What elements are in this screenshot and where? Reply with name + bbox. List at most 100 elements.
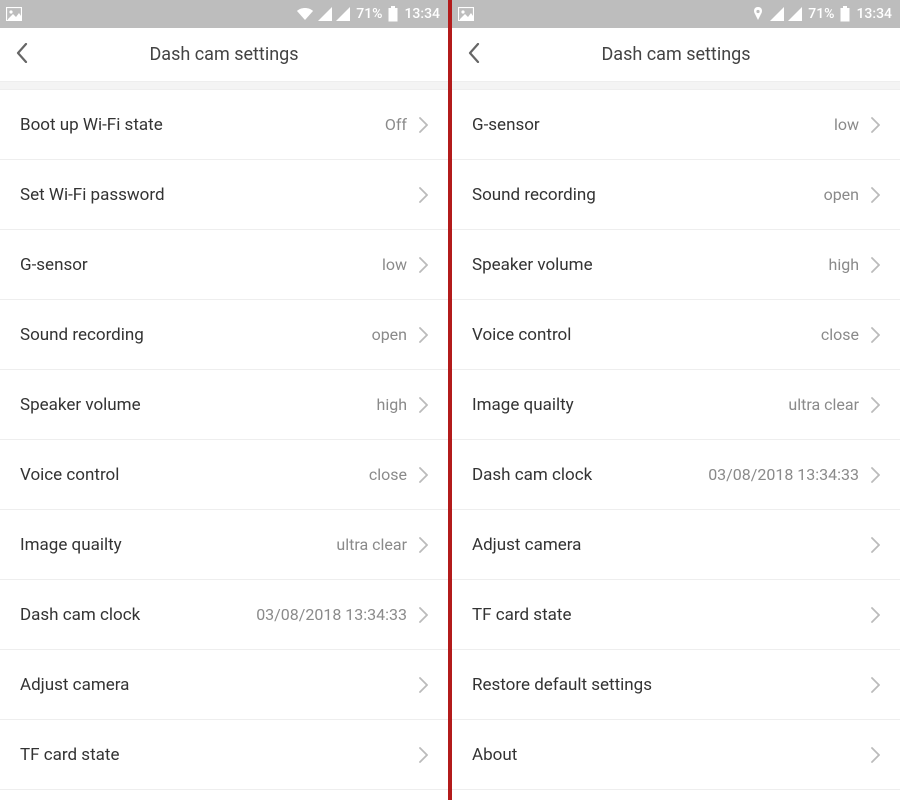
section-gap [452, 82, 900, 90]
row-g-sensor[interactable]: G-sensor low [0, 230, 448, 300]
row-label: Adjust camera [472, 535, 581, 555]
row-value: ultra clear [336, 535, 407, 554]
chevron-right-icon [419, 397, 428, 413]
status-bar: 71% 13:34 [0, 0, 448, 28]
row-value: low [834, 115, 859, 134]
chevron-right-icon [871, 257, 880, 273]
row-label: Image quailty [472, 395, 574, 415]
chevron-right-icon [419, 607, 428, 623]
settings-list: G-sensor low Sound recording open Speake… [452, 90, 900, 800]
row-dash-cam-clock[interactable]: Dash cam clock 03/08/2018 13:34:33 [0, 580, 448, 650]
row-value: high [377, 395, 408, 414]
row-tf-card-state[interactable]: TF card state [0, 720, 448, 790]
chevron-right-icon [871, 467, 880, 483]
app-bar: Dash cam settings [452, 28, 900, 82]
row-value: Off [385, 115, 407, 134]
row-label: Adjust camera [20, 675, 129, 695]
clock-text: 13:34 [856, 6, 892, 22]
page-title: Dash cam settings [468, 44, 884, 65]
row-label: Voice control [20, 465, 119, 485]
wifi-icon [296, 7, 314, 21]
row-label: G-sensor [472, 115, 540, 135]
section-gap [0, 82, 448, 90]
row-value: low [382, 255, 407, 274]
row-voice-control[interactable]: Voice control close [452, 300, 900, 370]
settings-list: Boot up Wi-Fi state Off Set Wi-Fi passwo… [0, 90, 448, 800]
row-set-wifi-password[interactable]: Set Wi-Fi password [0, 160, 448, 230]
row-value: 03/08/2018 13:34:33 [708, 465, 859, 484]
row-adjust-camera[interactable]: Adjust camera [0, 650, 448, 720]
row-label: Sound recording [20, 325, 144, 345]
row-value: open [372, 325, 407, 344]
chevron-right-icon [419, 467, 428, 483]
row-label: Speaker volume [472, 255, 593, 275]
signal-icon [770, 7, 784, 21]
row-label: G-sensor [20, 255, 88, 275]
chevron-right-icon [419, 327, 428, 343]
row-label: Sound recording [472, 185, 596, 205]
row-label: Voice control [472, 325, 571, 345]
signal-icon [788, 7, 802, 21]
row-label: Dash cam clock [20, 605, 140, 625]
signal-icon [336, 7, 350, 21]
image-icon [6, 7, 22, 21]
row-g-sensor[interactable]: G-sensor low [452, 90, 900, 160]
battery-percent: 71% [356, 6, 382, 22]
chevron-right-icon [871, 117, 880, 133]
row-boot-wifi[interactable]: Boot up Wi-Fi state Off [0, 90, 448, 160]
back-button[interactable] [468, 43, 480, 67]
chevron-right-icon [871, 397, 880, 413]
battery-icon [388, 6, 398, 22]
battery-percent: 71% [808, 6, 834, 22]
row-tf-card-state[interactable]: TF card state [452, 580, 900, 650]
row-label: TF card state [20, 745, 119, 765]
row-label: Image quailty [20, 535, 122, 555]
status-bar: 71% 13:34 [452, 0, 900, 28]
chevron-right-icon [871, 327, 880, 343]
chevron-right-icon [419, 257, 428, 273]
row-about[interactable]: About [452, 720, 900, 790]
row-label: Set Wi-Fi password [20, 185, 165, 205]
page-title: Dash cam settings [16, 44, 432, 65]
chevron-right-icon [871, 187, 880, 203]
chevron-right-icon [419, 537, 428, 553]
chevron-right-icon [419, 677, 428, 693]
chevron-right-icon [871, 677, 880, 693]
row-speaker-volume[interactable]: Speaker volume high [452, 230, 900, 300]
chevron-right-icon [871, 537, 880, 553]
chevron-right-icon [419, 117, 428, 133]
row-voice-control[interactable]: Voice control close [0, 440, 448, 510]
row-value: ultra clear [788, 395, 859, 414]
battery-icon [840, 6, 850, 22]
signal-icon [318, 7, 332, 21]
phone-right: 71% 13:34 Dash cam settings G-sensor low… [452, 0, 900, 800]
image-icon [458, 7, 474, 21]
row-sound-recording[interactable]: Sound recording open [0, 300, 448, 370]
row-dash-cam-clock[interactable]: Dash cam clock 03/08/2018 13:34:33 [452, 440, 900, 510]
back-button[interactable] [16, 43, 28, 67]
row-label: About [472, 745, 517, 765]
row-value: high [829, 255, 860, 274]
chevron-right-icon [419, 747, 428, 763]
row-adjust-camera[interactable]: Adjust camera [452, 510, 900, 580]
row-label: Speaker volume [20, 395, 141, 415]
row-value: close [821, 325, 859, 344]
clock-text: 13:34 [404, 6, 440, 22]
row-label: Dash cam clock [472, 465, 592, 485]
row-label: TF card state [472, 605, 571, 625]
row-label: Boot up Wi-Fi state [20, 115, 163, 135]
row-speaker-volume[interactable]: Speaker volume high [0, 370, 448, 440]
chevron-right-icon [871, 747, 880, 763]
row-restore-default[interactable]: Restore default settings [452, 650, 900, 720]
row-sound-recording[interactable]: Sound recording open [452, 160, 900, 230]
location-icon [750, 6, 766, 22]
chevron-right-icon [419, 187, 428, 203]
row-value: open [824, 185, 859, 204]
row-label: Restore default settings [472, 675, 652, 695]
row-value: 03/08/2018 13:34:33 [256, 605, 407, 624]
chevron-right-icon [871, 607, 880, 623]
row-image-quality[interactable]: Image quailty ultra clear [0, 510, 448, 580]
row-image-quality[interactable]: Image quailty ultra clear [452, 370, 900, 440]
phone-left: 71% 13:34 Dash cam settings Boot up Wi-F… [0, 0, 448, 800]
row-value: close [369, 465, 407, 484]
